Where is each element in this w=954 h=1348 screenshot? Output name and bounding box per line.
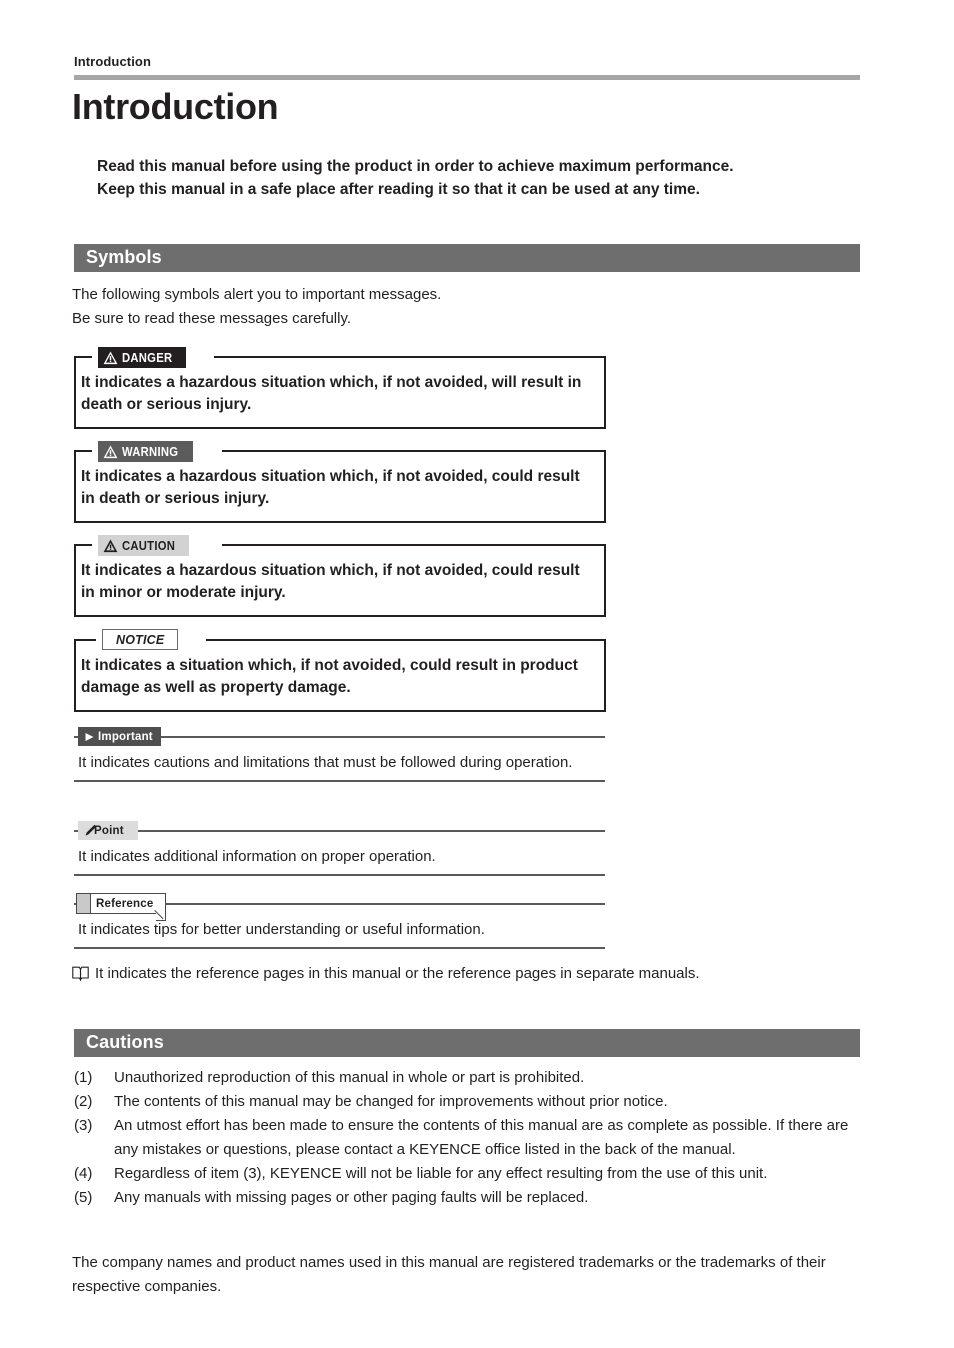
cautions-list: (1) Unauthorized reproduction of this ma… — [74, 1066, 874, 1210]
pen-icon — [85, 824, 97, 836]
alert-box-notice: NOTICE It indicates a situation which, i… — [74, 629, 606, 712]
lead-line-1: Read this manual before using the produc… — [97, 158, 734, 175]
alert-badge-notice: NOTICE — [102, 629, 179, 650]
alert-badge-warning-label: WARNING — [122, 444, 179, 459]
symbols-intro-line-1: The following symbols alert you to impor… — [72, 286, 442, 303]
section-header-cautions: Cautions — [74, 1029, 860, 1057]
note-head: Important — [74, 727, 605, 746]
note-rule — [74, 830, 605, 832]
book-reference-line: It indicates the reference pages in this… — [72, 962, 700, 986]
list-item-text: An utmost effort has been made to ensure… — [114, 1117, 849, 1158]
page-title: Introduction — [72, 86, 279, 127]
alert-badge-notice-label: NOTICE — [116, 632, 165, 647]
reference-label-box: Reference — [91, 893, 167, 921]
list-item-text: Regardless of item (3), KEYENCE will not… — [114, 1165, 768, 1182]
warning-triangle-icon — [103, 351, 118, 364]
trademark-notice: The company names and product names used… — [72, 1254, 826, 1295]
list-item: (3) An utmost effort has been made to en… — [74, 1114, 874, 1162]
note-text-important: It indicates cautions and limitations th… — [78, 754, 573, 771]
header-rule — [74, 75, 860, 80]
note-tag-important-label: Important — [98, 730, 153, 743]
note-text-reference: It indicates tips for better understandi… — [78, 921, 485, 938]
alert-box-caution: CAUTION It indicates a hazardous situati… — [74, 535, 606, 617]
alert-badge-danger-label: DANGER — [122, 350, 173, 365]
document-page: Introduction Introduction Read this manu… — [0, 0, 954, 1348]
page-fold-icon — [156, 911, 167, 921]
warning-triangle-icon — [103, 445, 118, 458]
alert-box-warning: WARNING It indicates a hazardous situati… — [74, 441, 606, 523]
list-item-text: Unauthorized reproduction of this manual… — [114, 1069, 585, 1086]
list-item: (1) Unauthorized reproduction of this ma… — [74, 1066, 874, 1090]
list-item-number: (3) — [74, 1117, 93, 1134]
note-head: Reference — [74, 893, 605, 921]
alert-box-danger: DANGER It indicates a hazardous situatio… — [74, 347, 606, 429]
list-item: (4) Regardless of item (3), KEYENCE will… — [74, 1162, 874, 1186]
alert-badge-caution-label: CAUTION — [122, 538, 176, 553]
section-header-symbols: Symbols — [74, 244, 860, 272]
open-book-icon — [72, 966, 89, 981]
list-item-text: Any manuals with missing pages or other … — [114, 1189, 589, 1206]
alert-badge-danger: DANGER — [98, 347, 186, 368]
alert-badge-caution: CAUTION — [98, 535, 190, 556]
symbols-intro-line-2: Be sure to read these messages carefully… — [72, 310, 352, 327]
note-tag-reference-label: Reference — [96, 897, 154, 910]
note-head: Point — [74, 821, 605, 840]
note-foot — [74, 947, 605, 949]
note-block-important: Important It indicates cautions and limi… — [74, 727, 605, 782]
list-item-number: (4) — [74, 1165, 93, 1182]
alert-text-notice: It indicates a situation which, if not a… — [81, 657, 578, 696]
play-triangle-icon — [85, 732, 94, 741]
alert-text-danger: It indicates a hazardous situation which… — [81, 374, 582, 413]
reference-square-icon — [76, 893, 91, 914]
note-block-reference: Reference It indicates tips for better u… — [74, 893, 605, 949]
note-tag-reference: Reference — [76, 893, 167, 921]
list-item: (2) The contents of this manual may be c… — [74, 1090, 874, 1114]
section-header-cautions-label: Cautions — [86, 1032, 164, 1052]
note-tag-point: Point — [78, 821, 138, 840]
note-foot — [74, 874, 605, 876]
list-item-number: (2) — [74, 1093, 93, 1110]
warning-triangle-icon — [103, 539, 118, 552]
book-reference-text: It indicates the reference pages in this… — [95, 965, 700, 982]
running-header: Introduction — [74, 54, 152, 69]
lead-line-2: Keep this manual in a safe place after r… — [97, 181, 700, 198]
list-item: (5) Any manuals with missing pages or ot… — [74, 1186, 874, 1210]
note-foot — [74, 780, 605, 782]
note-text-point: It indicates additional information on p… — [78, 848, 436, 865]
note-block-point: Point It indicates additional informatio… — [74, 821, 605, 876]
list-item-text: The contents of this manual may be chang… — [114, 1093, 668, 1110]
list-item-number: (1) — [74, 1069, 93, 1086]
alert-text-caution: It indicates a hazardous situation which… — [81, 562, 580, 601]
symbols-intro: The following symbols alert you to impor… — [72, 283, 772, 331]
list-item-number: (5) — [74, 1189, 93, 1206]
alert-text-warning: It indicates a hazardous situation which… — [81, 468, 580, 507]
lead-paragraph: Read this manual before using the produc… — [97, 155, 877, 201]
note-tag-important: Important — [78, 727, 161, 746]
section-header-symbols-label: Symbols — [86, 247, 162, 267]
alert-badge-warning: WARNING — [98, 441, 193, 462]
